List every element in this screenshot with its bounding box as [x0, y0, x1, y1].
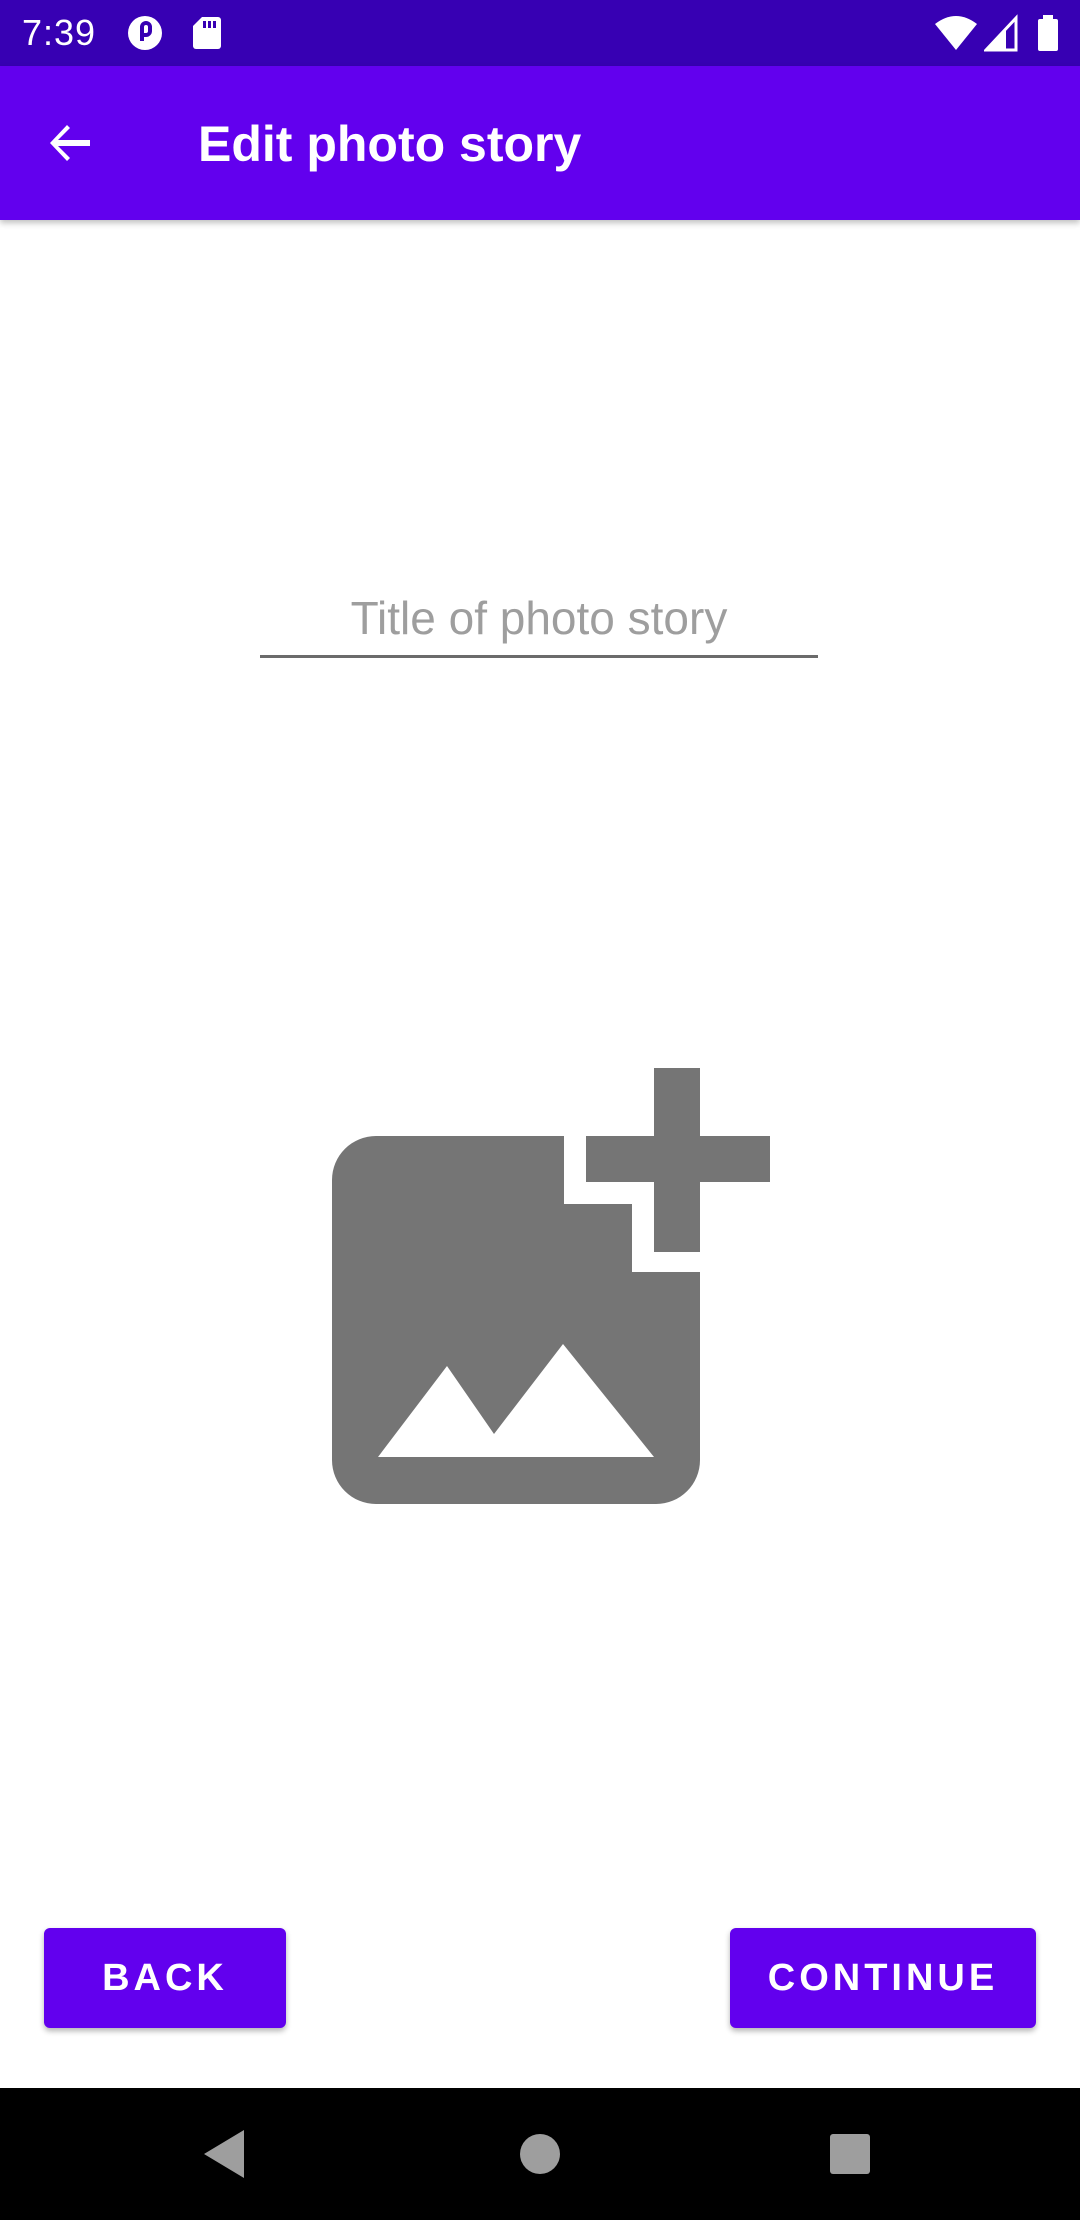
battery-icon: [1036, 14, 1060, 52]
status-time: 7:39: [22, 12, 97, 53]
app-bar: Edit photo story: [0, 66, 1080, 220]
arrow-back-icon[interactable]: [42, 115, 98, 171]
continue-button[interactable]: CONTINUE: [730, 1928, 1036, 2028]
nav-back-icon[interactable]: [196, 2124, 256, 2184]
system-nav-bar: [0, 2088, 1080, 2220]
sd-card-icon: [192, 15, 228, 51]
nav-home-icon[interactable]: [510, 2124, 570, 2184]
story-title-input[interactable]: [260, 586, 818, 658]
nav-recents-icon[interactable]: [820, 2124, 880, 2184]
wifi-icon: [934, 14, 978, 52]
status-bar: 7:39: [0, 0, 1080, 66]
edit-photo-story-screen: 7:39 Edit photo story Title of photo sto…: [0, 0, 1080, 2220]
page-title: Edit photo story: [198, 116, 582, 172]
add-photo-icon[interactable]: [332, 1068, 770, 1504]
back-button[interactable]: BACK: [44, 1928, 286, 2028]
pocket-casts-icon: [127, 15, 163, 51]
cell-signal-icon: [982, 14, 1018, 52]
